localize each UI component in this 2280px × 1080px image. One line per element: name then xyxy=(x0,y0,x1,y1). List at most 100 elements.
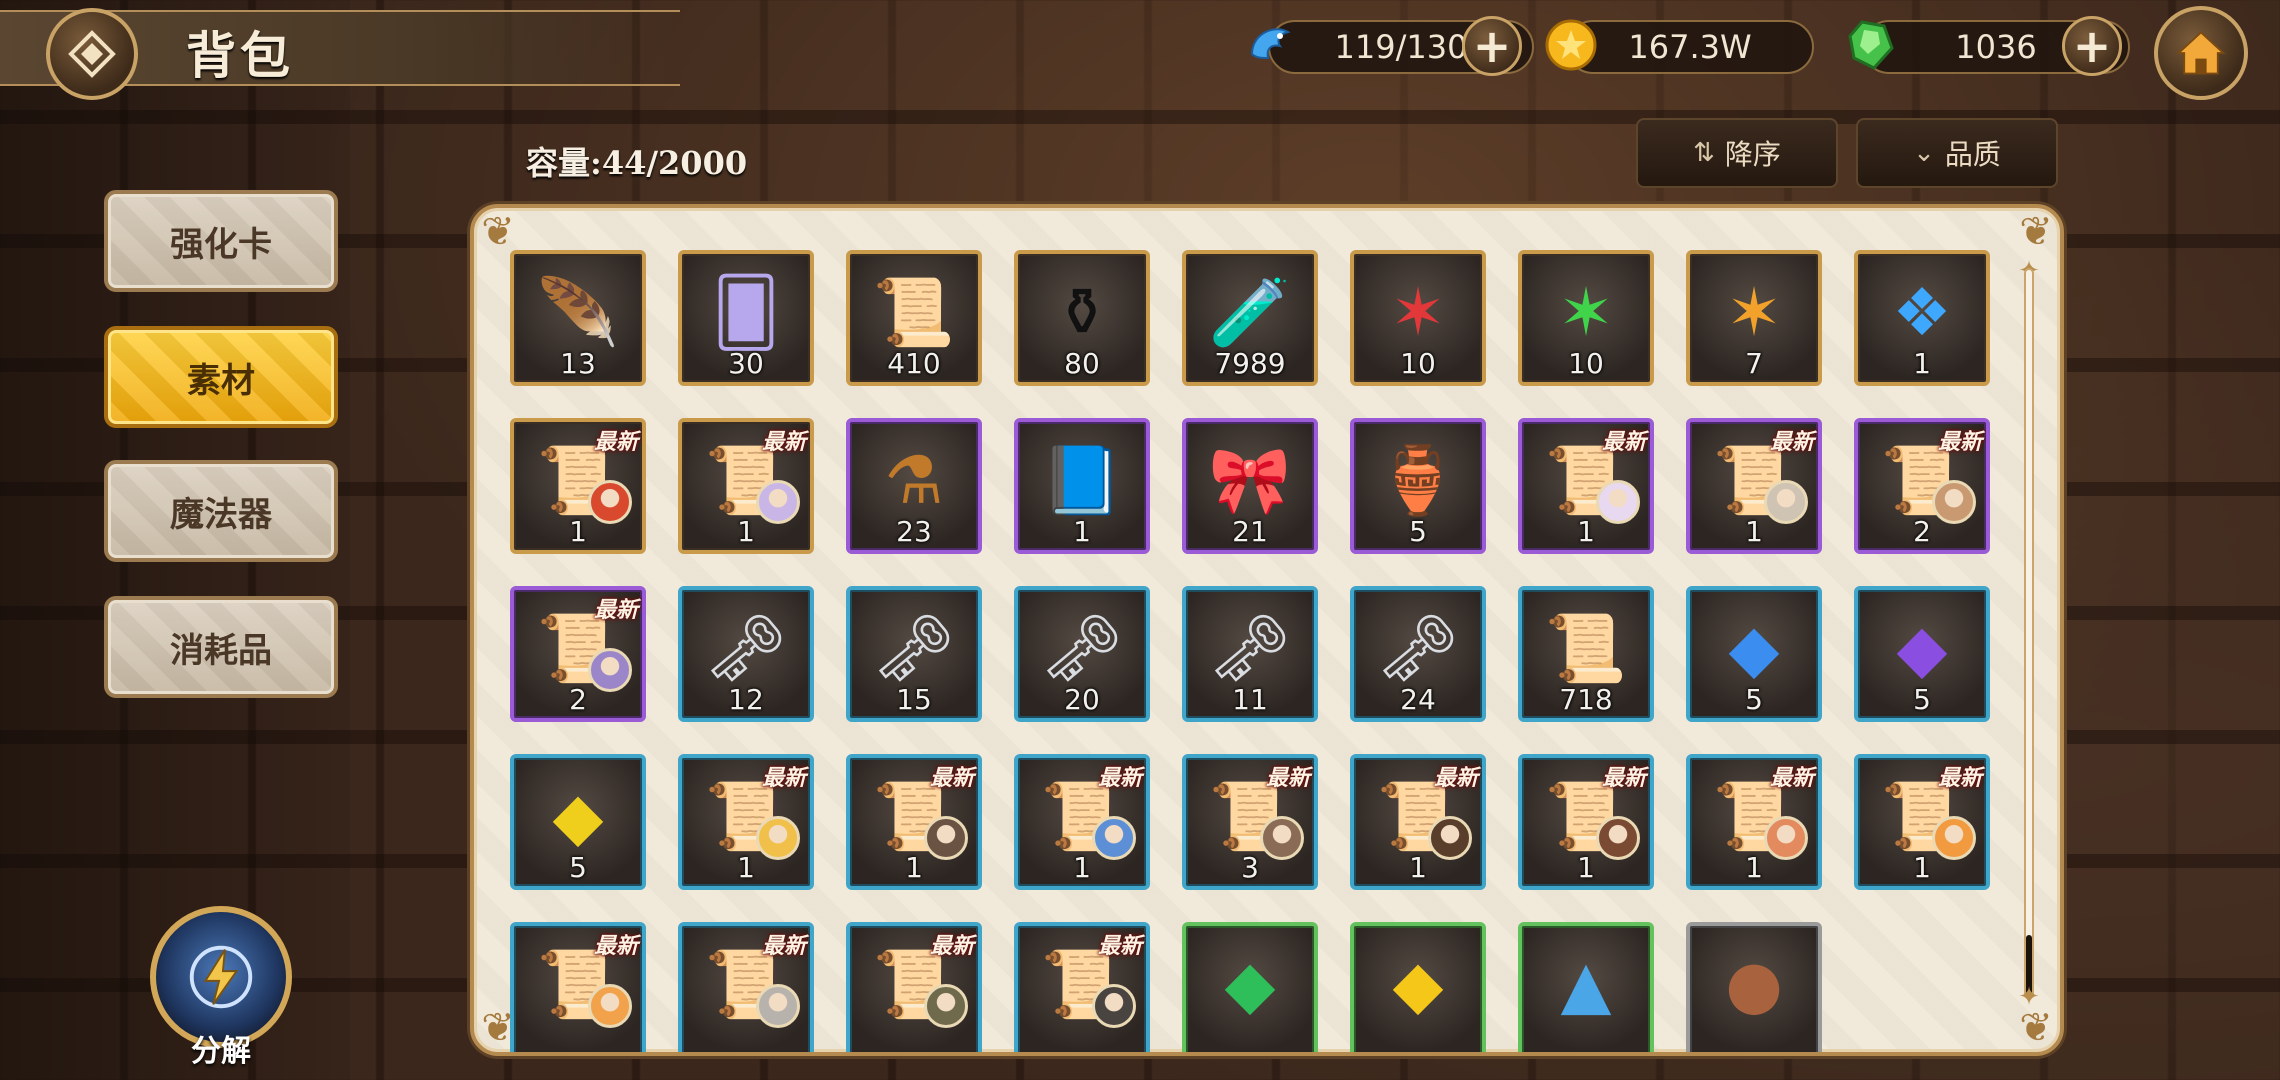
stamina-fish-icon xyxy=(1250,28,1291,60)
item-quantity: 1 xyxy=(737,851,755,884)
character-portrait-icon xyxy=(924,984,968,1028)
item-quantity: 12 xyxy=(728,683,764,716)
item-slot[interactable]: ◆ 5 xyxy=(510,754,646,890)
item-slot[interactable]: 🪶 13 xyxy=(510,250,646,386)
page-title: 背包 xyxy=(186,26,294,85)
item-slot[interactable]: ⚱ 80 xyxy=(1014,250,1150,386)
item-quantity: 21 xyxy=(1232,515,1268,548)
item-quantity: 1 xyxy=(905,851,923,884)
scroll-down-icon[interactable]: ✦ xyxy=(2016,984,2042,1010)
tab-label: 消耗品 xyxy=(170,630,272,671)
item-slot[interactable]: ✶ 7 xyxy=(1686,250,1822,386)
item-slot[interactable]: ❖ 1 xyxy=(1854,250,1990,386)
item-slot[interactable]: ◆ xyxy=(1350,922,1486,1052)
item-slot[interactable]: 🂠 30 xyxy=(678,250,814,386)
item-slot[interactable]: 📜 410 xyxy=(846,250,982,386)
home-icon xyxy=(2176,31,2226,75)
new-badge: 最新 xyxy=(1937,765,1982,791)
new-badge: 最新 xyxy=(761,765,806,791)
new-badge: 最新 xyxy=(1769,429,1814,455)
item-quantity: 3 xyxy=(1241,851,1259,884)
back-button[interactable] xyxy=(46,8,138,100)
tab-materials[interactable]: 素材 xyxy=(104,326,338,428)
item-quantity: 20 xyxy=(1064,683,1100,716)
item-slot[interactable]: 📜 最新 xyxy=(846,922,982,1052)
new-badge: 最新 xyxy=(761,933,806,959)
new-badge: 最新 xyxy=(761,429,806,455)
cards-icon: 🂠 xyxy=(712,273,780,351)
item-slot[interactable]: 🧪 7989 xyxy=(1182,250,1318,386)
item-slot[interactable]: 📜 最新 1 xyxy=(1014,754,1150,890)
home-button[interactable] xyxy=(2154,6,2248,100)
item-slot[interactable]: ● xyxy=(1686,922,1822,1052)
item-slot[interactable]: 📘 1 xyxy=(1014,418,1150,554)
item-slot[interactable]: 📜 最新 1 xyxy=(1350,754,1486,890)
item-quantity: 2 xyxy=(569,683,587,716)
item-slot[interactable]: 📜 最新 1 xyxy=(846,754,982,890)
item-slot[interactable]: ◆ 5 xyxy=(1686,586,1822,722)
item-slot[interactable]: 📜 最新 2 xyxy=(1854,418,1990,554)
item-quantity: 1 xyxy=(737,515,755,548)
item-slot[interactable]: ▲ xyxy=(1518,922,1654,1052)
scrollbar[interactable] xyxy=(2024,268,2034,998)
item-quantity: 1 xyxy=(1745,515,1763,548)
new-badge: 最新 xyxy=(929,933,974,959)
sort-order-label: 降序 xyxy=(1724,138,1781,171)
tab-magic-tools[interactable]: 魔法器 xyxy=(104,460,338,562)
item-slot[interactable]: 📜 最新 1 xyxy=(510,418,646,554)
item-quantity: 5 xyxy=(1409,515,1427,548)
feather-icon: 🪶 xyxy=(536,273,620,351)
item-slot[interactable]: 📜 最新 1 xyxy=(678,418,814,554)
item-quantity: 5 xyxy=(569,851,587,884)
stamina-add-button[interactable]: + xyxy=(1462,16,1522,76)
item-slot[interactable]: 📜 最新 1 xyxy=(1686,754,1822,890)
new-badge: 最新 xyxy=(1937,429,1982,455)
item-slot[interactable]: 🗝 20 xyxy=(1014,586,1150,722)
item-quantity: 1 xyxy=(1913,851,1931,884)
item-slot[interactable]: ✶ 10 xyxy=(1518,250,1654,386)
item-slot[interactable]: 🗝 15 xyxy=(846,586,982,722)
item-slot[interactable]: 📜 最新 xyxy=(678,922,814,1052)
item-slot[interactable]: 🗝 24 xyxy=(1350,586,1486,722)
item-slot[interactable]: ✶ 10 xyxy=(1350,250,1486,386)
item-slot[interactable]: 📜 最新 1 xyxy=(678,754,814,890)
item-quantity: 10 xyxy=(1400,347,1436,380)
item-slot[interactable]: 📜 最新 1 xyxy=(1686,418,1822,554)
tab-consumables[interactable]: 消耗品 xyxy=(104,596,338,698)
item-slot[interactable]: ⚗ 23 xyxy=(846,418,982,554)
quality-filter-button[interactable]: ⌄ 品质 xyxy=(1856,118,2058,188)
item-slot[interactable]: 📜 最新 1 xyxy=(1854,754,1990,890)
item-quantity: 5 xyxy=(1913,683,1931,716)
item-slot[interactable]: 📜 最新 1 xyxy=(1518,754,1654,890)
tab-enhance-cards[interactable]: 强化卡 xyxy=(104,190,338,292)
new-badge: 最新 xyxy=(929,765,974,791)
inventory-panel: ❦ ❦ ❦ ❦ 🪶 13 🂠 30 📜 410 ⚱ 80 🧪 7989 ✶ 10 ✶ 10 ✶ 7 ❖ 1 📜 最新 1… xyxy=(470,204,2064,1056)
green-gem-icon xyxy=(1848,20,1894,70)
item-slot[interactable]: 📜 最新 xyxy=(510,922,646,1052)
item-slot[interactable]: ◆ 5 xyxy=(1854,586,1990,722)
item-quantity: 718 xyxy=(1559,683,1613,716)
decompose-label: 分解 xyxy=(191,1034,251,1069)
item-quantity: 7989 xyxy=(1214,347,1286,380)
capacity-label: 容量:44/2000 xyxy=(526,144,748,182)
ink-bottle-icon: ⚗ xyxy=(884,441,944,519)
item-slot[interactable]: 📜 最新 1 xyxy=(1518,418,1654,554)
character-portrait-icon xyxy=(588,984,632,1028)
gem-add-button[interactable]: + xyxy=(2062,16,2122,76)
item-slot[interactable]: 📜 最新 2 xyxy=(510,586,646,722)
ribbon-icon: 🎀 xyxy=(1208,441,1292,519)
item-slot[interactable]: 📜 最新 3 xyxy=(1182,754,1318,890)
item-slot[interactable]: 📜 最新 xyxy=(1014,922,1150,1052)
corner-ornament-icon: ❦ xyxy=(2019,209,2053,255)
item-slot[interactable]: ◆ xyxy=(1182,922,1318,1052)
item-slot[interactable]: 📜 718 xyxy=(1518,586,1654,722)
item-slot[interactable]: 🗝 12 xyxy=(678,586,814,722)
item-slot[interactable]: 🏺 5 xyxy=(1350,418,1486,554)
potion-bottle-icon: 🧪 xyxy=(1208,273,1292,351)
silver-key-icon: 🗝 xyxy=(1040,609,1124,687)
item-slot[interactable]: 🗝 11 xyxy=(1182,586,1318,722)
item-slot[interactable]: 🎀 21 xyxy=(1182,418,1318,554)
sort-order-button[interactable]: ⇅ 降序 xyxy=(1636,118,1838,188)
new-badge: 最新 xyxy=(1769,765,1814,791)
sort-icon: ⇅ xyxy=(1693,138,1715,168)
